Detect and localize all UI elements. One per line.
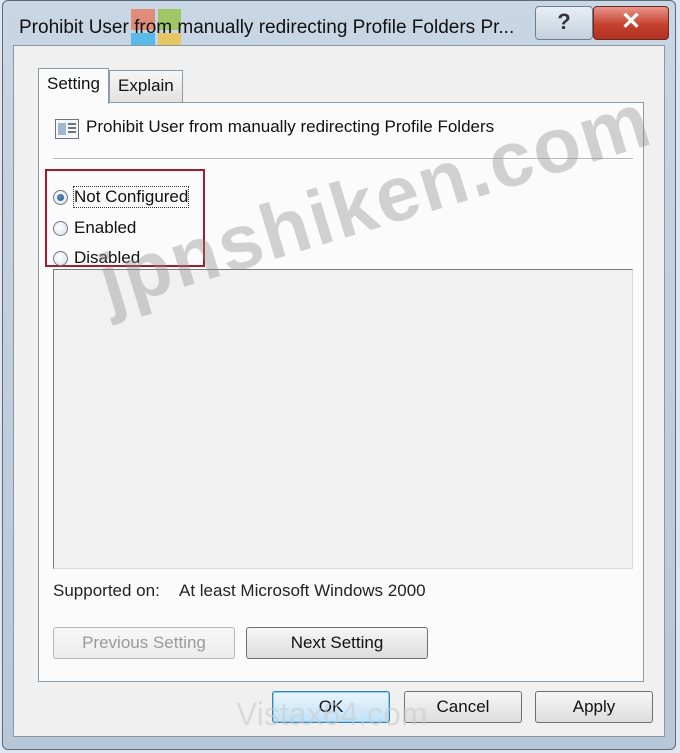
option-label: Enabled — [74, 218, 137, 237]
policy-setting-icon — [55, 119, 79, 139]
option-enabled[interactable]: Enabled — [53, 216, 136, 240]
supported-on-value: At least Microsoft Windows 2000 — [179, 581, 426, 600]
setting-panel: Prohibit User from manually redirecting … — [38, 102, 644, 682]
close-button[interactable]: ✕ — [593, 6, 669, 40]
dialog-window: Prohibit User from manually redirecting … — [2, 0, 676, 750]
previous-setting-button[interactable]: Previous Setting — [53, 627, 235, 659]
option-label: Not Configured — [72, 186, 190, 208]
divider — [53, 158, 633, 160]
tab-explain[interactable]: Explain — [109, 70, 183, 102]
option-label: Disabled — [74, 248, 141, 267]
supported-on-label: Supported on: — [53, 581, 160, 600]
radio-checked-icon[interactable] — [53, 189, 68, 205]
ok-button[interactable]: OK — [272, 691, 390, 723]
radio-unchecked-icon[interactable] — [53, 220, 68, 236]
help-button[interactable]: ? — [535, 6, 593, 40]
policy-name: Prohibit User from manually redirecting … — [86, 117, 495, 136]
apply-button[interactable]: Apply — [535, 691, 653, 723]
window-title: Prohibit User from manually redirecting … — [19, 17, 515, 38]
option-not-configured[interactable]: Not Configured — [53, 185, 190, 209]
dialog-client-area: Setting Explain Prohibit User from manua… — [13, 45, 665, 737]
radio-unchecked-icon[interactable] — [53, 250, 68, 266]
option-disabled[interactable]: Disabled — [53, 246, 140, 270]
cancel-button[interactable]: Cancel — [404, 691, 522, 723]
next-setting-button[interactable]: Next Setting — [246, 627, 428, 659]
comment-text-area[interactable] — [53, 269, 633, 569]
tab-setting[interactable]: Setting — [38, 68, 109, 104]
